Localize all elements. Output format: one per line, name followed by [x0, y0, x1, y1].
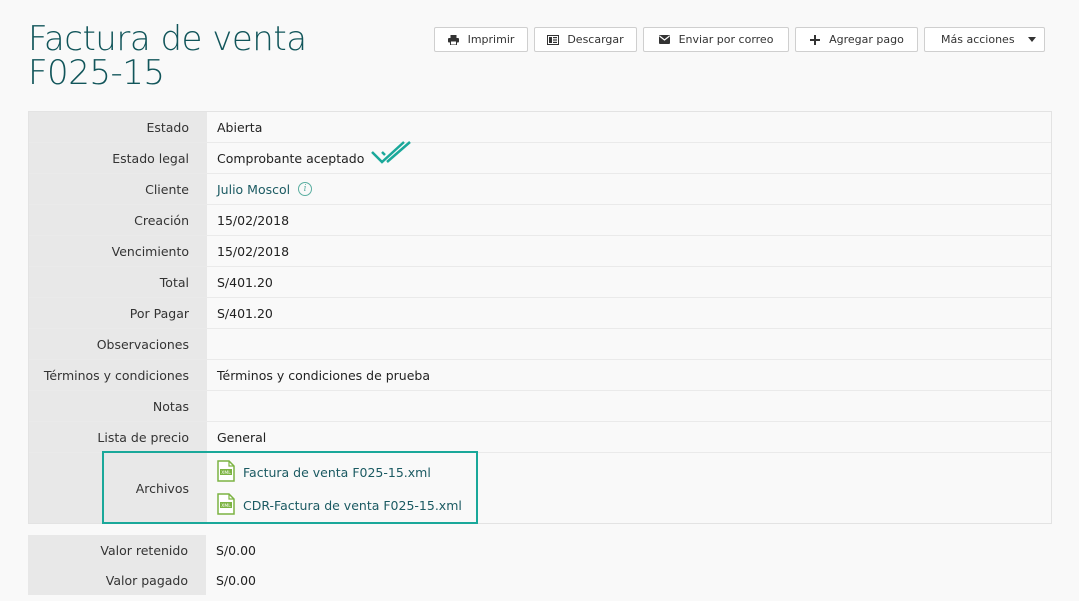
invoice-details-table: Estado Abierta Estado legal Comprobante … [28, 111, 1052, 524]
detail-value: S/401.20 [207, 298, 1051, 328]
svg-text:XML: XML [221, 503, 231, 509]
detail-value: S/0.00 [206, 565, 1052, 595]
detail-row-valor-pagado: Valor pagado S/0.00 [28, 565, 1052, 595]
detail-label: Archivos [29, 453, 207, 523]
print-button[interactable]: Imprimir [434, 27, 528, 52]
files-cell: XML Factura de venta F025-15.xml XML CDR… [207, 453, 1051, 523]
detail-value: General [207, 422, 1051, 452]
files-list: XML Factura de venta F025-15.xml XML CDR… [217, 458, 462, 518]
file-link[interactable]: XML Factura de venta F025-15.xml [217, 460, 462, 485]
detail-row-observaciones: Observaciones [29, 329, 1051, 360]
detail-row-valor-retenido: Valor retenido S/0.00 [28, 535, 1052, 565]
page-title-line1: Factura de venta [28, 19, 307, 59]
detail-row-estado: Estado Abierta [29, 112, 1051, 143]
detail-value: 15/02/2018 [207, 205, 1051, 235]
xml-file-icon: XML [217, 493, 235, 518]
detail-row-vencimiento: Vencimiento 15/02/2018 [29, 236, 1051, 267]
print-button-label: Imprimir [467, 33, 515, 46]
svg-text:XML: XML [221, 470, 231, 476]
detail-row-cliente: Cliente Julio Moscol i [29, 174, 1051, 205]
detail-row-terminos: Términos y condiciones Términos y condic… [29, 360, 1051, 391]
action-toolbar: Imprimir Descargar Enviar por correo Agr… [434, 27, 1045, 52]
printer-icon [448, 34, 460, 46]
page-title: Factura de venta F025-15 [28, 22, 307, 90]
page-title-line2: F025-15 [28, 53, 165, 93]
more-actions-dropdown[interactable]: Más acciones [924, 27, 1045, 52]
send-email-button[interactable]: Enviar por correo [643, 27, 789, 52]
file-name: Factura de venta F025-15.xml [243, 465, 431, 480]
detail-label: Términos y condiciones [29, 360, 207, 390]
detail-value: Términos y condiciones de prueba [207, 360, 1051, 390]
detail-label: Observaciones [29, 329, 207, 359]
plus-icon [809, 34, 821, 46]
detail-value [207, 329, 1051, 359]
detail-row-notas: Notas [29, 391, 1051, 422]
download-button[interactable]: Descargar [534, 27, 637, 52]
send-email-button-label: Enviar por correo [678, 33, 774, 46]
download-button-label: Descargar [567, 33, 624, 46]
detail-label: Lista de precio [29, 422, 207, 452]
detail-row-archivos: Archivos XML Factura de venta F025-15.xm… [29, 453, 1051, 523]
chevron-down-icon [1028, 37, 1036, 42]
file-link[interactable]: XML CDR-Factura de venta F025-15.xml [217, 493, 462, 518]
detail-value [207, 391, 1051, 421]
detail-label: Creación [29, 205, 207, 235]
detail-label: Total [29, 267, 207, 297]
detail-label: Cliente [29, 174, 207, 204]
detail-label: Valor retenido [28, 535, 206, 565]
envelope-icon [659, 34, 671, 46]
more-actions-label: Más acciones [941, 33, 1015, 46]
add-payment-button[interactable]: Agregar pago [795, 27, 918, 52]
client-link[interactable]: Julio Moscol [217, 182, 290, 197]
detail-row-estado-legal: Estado legal Comprobante aceptado [29, 140, 1051, 174]
detail-label: Estado legal [29, 143, 207, 173]
file-name: CDR-Factura de venta F025-15.xml [243, 498, 462, 513]
double-check-icon [370, 140, 412, 169]
info-icon[interactable]: i [298, 182, 313, 196]
detail-value: S/0.00 [206, 535, 1052, 565]
detail-row-total: Total S/401.20 [29, 267, 1051, 298]
xml-file-icon: XML [217, 460, 235, 485]
detail-value: S/401.20 [207, 267, 1051, 297]
detail-value-wrap: Comprobante aceptado [207, 140, 1051, 173]
detail-label: Notas [29, 391, 207, 421]
detail-label: Valor pagado [28, 565, 206, 595]
detail-value: Abierta [207, 112, 1051, 142]
detail-value-wrap: Julio Moscol i [207, 174, 1051, 204]
add-payment-button-label: Agregar pago [829, 33, 904, 46]
detail-value: 15/02/2018 [207, 236, 1051, 266]
download-icon [547, 34, 560, 46]
detail-row-por-pagar: Por Pagar S/401.20 [29, 298, 1051, 329]
detail-row-lista-precio: Lista de precio General [29, 422, 1051, 453]
detail-label: Por Pagar [29, 298, 207, 328]
detail-row-creacion: Creación 15/02/2018 [29, 205, 1051, 236]
detail-label: Estado [29, 112, 207, 142]
detail-label: Vencimiento [29, 236, 207, 266]
retention-table: Valor retenido S/0.00 Valor pagado S/0.0… [28, 535, 1052, 595]
detail-value: Comprobante aceptado [217, 150, 365, 166]
